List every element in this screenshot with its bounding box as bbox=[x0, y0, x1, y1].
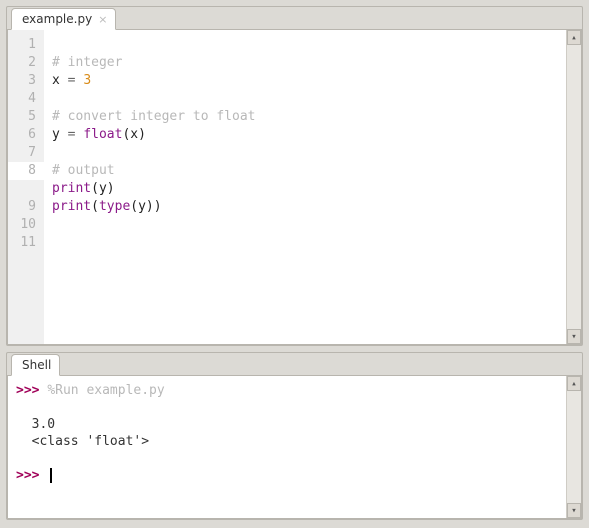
editor-tabbar: example.py × bbox=[7, 8, 582, 30]
editor-tab-label: example.py bbox=[22, 12, 92, 26]
shell-area[interactable]: >>> %Run example.py 3.0 <class 'float'> … bbox=[8, 376, 566, 518]
scroll-up-icon[interactable]: ▴ bbox=[567, 376, 581, 391]
close-icon[interactable]: × bbox=[98, 14, 107, 25]
editor-pane: example.py × 1 2 3 4 5 6 7 8 9 10 11 # i… bbox=[6, 6, 583, 346]
scroll-down-icon[interactable]: ▾ bbox=[567, 503, 581, 518]
code-area[interactable]: # integer x = 3 # convert integer to flo… bbox=[44, 30, 566, 344]
shell-tab-label: Shell bbox=[22, 358, 51, 372]
editor-tab[interactable]: example.py × bbox=[11, 8, 116, 30]
editor-scrollbar[interactable]: ▴ ▾ bbox=[566, 30, 581, 344]
editor-content: 1 2 3 4 5 6 7 8 9 10 11 # integer x = 3 … bbox=[7, 29, 582, 345]
shell-scrollbar[interactable]: ▴ ▾ bbox=[566, 376, 581, 518]
shell-tabbar: Shell bbox=[7, 354, 582, 376]
shell-content: >>> %Run example.py 3.0 <class 'float'> … bbox=[7, 375, 582, 519]
shell-tab[interactable]: Shell bbox=[11, 354, 60, 376]
scroll-up-icon[interactable]: ▴ bbox=[567, 30, 581, 45]
line-gutter: 1 2 3 4 5 6 7 8 9 10 11 bbox=[8, 30, 44, 344]
scroll-down-icon[interactable]: ▾ bbox=[567, 329, 581, 344]
shell-pane: Shell >>> %Run example.py 3.0 <class 'fl… bbox=[6, 352, 583, 520]
